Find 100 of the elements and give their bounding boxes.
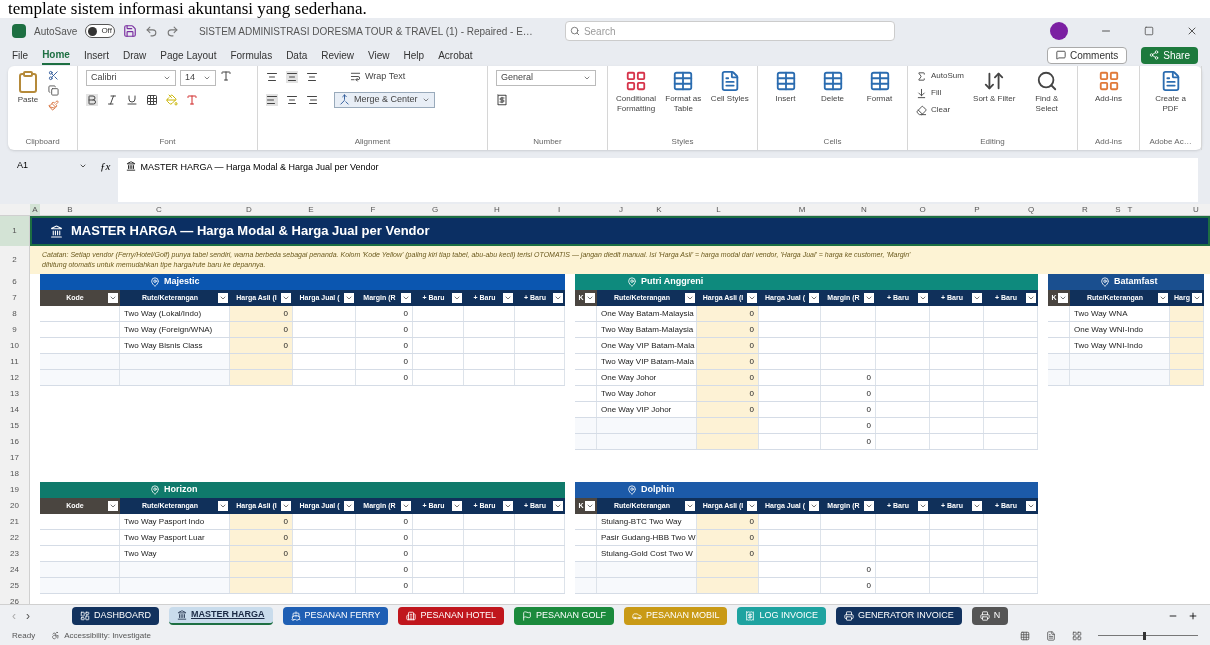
column-letter[interactable]: B — [40, 204, 100, 215]
row-number[interactable]: 10 — [0, 338, 29, 354]
ribbon-tab[interactable]: Formulas — [230, 45, 273, 65]
filter-button[interactable] — [585, 501, 595, 511]
save-icon[interactable] — [122, 24, 137, 38]
row-number[interactable]: 1 — [0, 216, 29, 246]
page-layout-icon[interactable] — [1046, 630, 1056, 641]
sheet-tab[interactable]: DASHBOARD — [72, 606, 159, 625]
filter-button[interactable] — [344, 293, 354, 303]
column-letter[interactable]: J — [590, 204, 652, 215]
close-icon[interactable] — [1186, 25, 1198, 37]
row-number[interactable]: 14 — [0, 402, 29, 418]
column-letter[interactable]: H — [466, 204, 528, 215]
row-number[interactable]: 21 — [0, 514, 29, 530]
row-number[interactable]: 23 — [0, 546, 29, 562]
ribbon-tab[interactable]: Insert — [83, 45, 109, 65]
filter-button[interactable] — [918, 501, 928, 511]
zoom-in-icon[interactable] — [1188, 610, 1198, 621]
column-letter[interactable]: E — [280, 204, 342, 215]
cells-button[interactable]: Format — [860, 70, 899, 104]
column-letter[interactable]: A — [30, 204, 40, 215]
row-number[interactable]: 17 — [0, 450, 29, 466]
row-number[interactable]: 8 — [0, 306, 29, 322]
filter-button[interactable] — [1058, 293, 1068, 303]
editing-button[interactable]: Find & Select — [1024, 70, 1069, 114]
filter-button[interactable] — [747, 293, 757, 303]
filter-button[interactable] — [108, 293, 118, 303]
search-field[interactable]: Search — [564, 21, 895, 41]
column-letter[interactable]: G — [404, 204, 466, 215]
editing-button[interactable]: AutoSum — [916, 70, 964, 82]
filter-button[interactable] — [452, 501, 462, 511]
create-pdf-button[interactable]: Create a PDF — [1148, 70, 1193, 114]
copy-icon[interactable] — [48, 85, 59, 96]
ribbon-tab[interactable]: Page Layout — [160, 45, 217, 65]
row-number[interactable]: 7 — [0, 290, 29, 306]
column-letter[interactable]: L — [666, 204, 771, 215]
column-letter[interactable]: P — [950, 204, 1004, 215]
add-ins-button[interactable]: Add-ins — [1086, 70, 1131, 104]
sheet-tab[interactable]: N — [971, 606, 1009, 625]
formula-text[interactable]: MASTER HARGA — Harga Modal & Harga Jual per Vendor — [140, 161, 379, 175]
filter-button[interactable] — [1158, 293, 1168, 303]
row-number[interactable]: 19 — [0, 482, 29, 498]
row-number[interactable]: 12 — [0, 370, 29, 386]
format-painter-icon[interactable] — [48, 100, 59, 111]
styles-button[interactable]: Format as Table — [664, 70, 703, 114]
column-letter[interactable]: T — [1124, 204, 1136, 215]
redo-icon[interactable] — [165, 24, 179, 38]
filter-button[interactable] — [503, 293, 513, 303]
filter-button[interactable] — [218, 293, 228, 303]
column-letter[interactable]: M — [771, 204, 833, 215]
filter-button[interactable] — [401, 501, 411, 511]
fill-color-icon[interactable] — [166, 94, 178, 106]
filter-button[interactable] — [108, 501, 118, 511]
column-letter[interactable]: D — [218, 204, 280, 215]
ribbon-tab[interactable]: Help — [403, 45, 425, 65]
function-button[interactable]: ƒx — [100, 158, 111, 175]
row-number[interactable]: 2 — [0, 246, 29, 274]
column-letter[interactable]: N — [833, 204, 895, 215]
filter-button[interactable] — [401, 293, 411, 303]
number-format-field[interactable]: General — [496, 70, 596, 86]
align-right-icon[interactable] — [306, 93, 318, 106]
row-number[interactable]: 22 — [0, 530, 29, 546]
filter-button[interactable] — [553, 501, 563, 511]
column-letter[interactable]: Q — [1004, 204, 1058, 215]
user-avatar[interactable] — [1050, 22, 1068, 40]
filter-button[interactable] — [685, 501, 695, 511]
row-number[interactable]: 11 — [0, 354, 29, 370]
zoom-thumb[interactable] — [1143, 631, 1146, 640]
filter-button[interactable] — [1026, 293, 1036, 303]
sheet-tab[interactable]: PESANAN FERRY — [282, 606, 389, 625]
autosave-toggle[interactable]: Off — [85, 24, 115, 38]
filter-button[interactable] — [809, 501, 819, 511]
font-color-icon[interactable] — [186, 94, 198, 106]
borders-icon[interactable] — [146, 94, 158, 106]
column-letter[interactable]: U — [1136, 204, 1210, 215]
filter-button[interactable] — [218, 501, 228, 511]
share-button[interactable]: Share — [1141, 46, 1198, 64]
column-letter[interactable]: K — [652, 204, 666, 215]
editing-button[interactable]: Sort & Filter — [971, 70, 1017, 104]
styles-button[interactable]: Cell Styles — [710, 70, 749, 104]
filter-button[interactable] — [553, 293, 563, 303]
filter-button[interactable] — [972, 293, 982, 303]
filter-button[interactable] — [972, 501, 982, 511]
paste-button[interactable]: Paste — [16, 70, 40, 106]
sheet-tab[interactable]: GENERATOR INVOICE — [836, 606, 962, 625]
filter-button[interactable] — [809, 293, 819, 303]
filter-button[interactable] — [1192, 293, 1202, 303]
row-number[interactable]: 20 — [0, 498, 29, 514]
filter-button[interactable] — [344, 501, 354, 511]
normal-view-icon[interactable] — [1020, 630, 1030, 641]
ribbon-tab[interactable]: Acrobat — [438, 45, 473, 65]
align-center-icon[interactable] — [286, 93, 298, 106]
undo-icon[interactable] — [144, 24, 158, 38]
row-number[interactable]: 13 — [0, 386, 29, 402]
editing-button[interactable]: Fill — [916, 87, 964, 99]
scroll-tab-button[interactable]: › — [26, 606, 30, 625]
column-letter[interactable]: C — [100, 204, 218, 215]
align-middle-icon[interactable] — [286, 70, 298, 83]
row-number[interactable]: 25 — [0, 578, 29, 594]
row-number[interactable]: 24 — [0, 562, 29, 578]
